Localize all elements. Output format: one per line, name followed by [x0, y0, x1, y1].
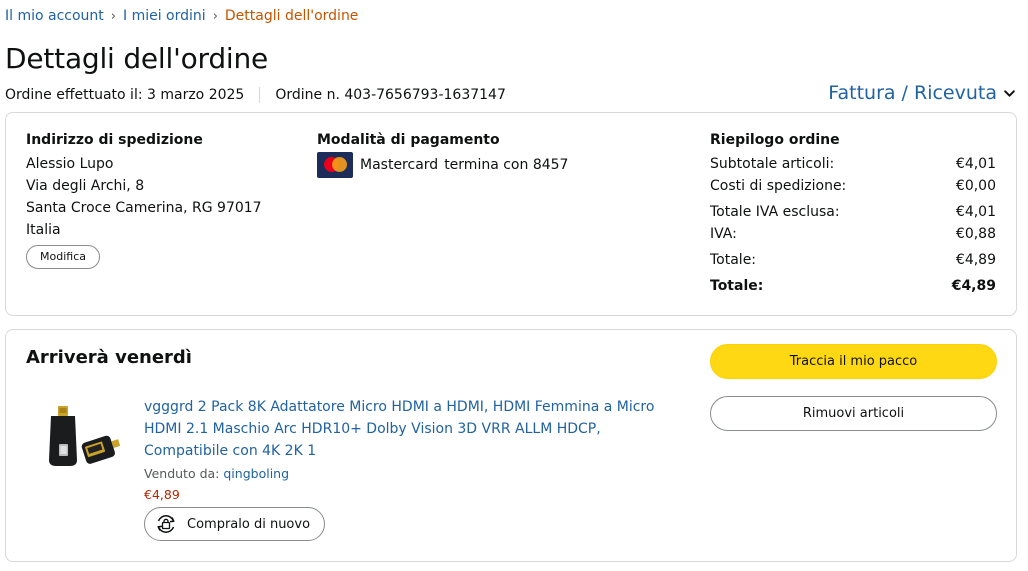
seller-link[interactable]: qingboling: [223, 466, 289, 481]
card-brand: Mastercard: [360, 157, 439, 173]
shipping-title: Indirizzo di spedizione: [26, 132, 203, 148]
summary-value: €0,88: [955, 226, 996, 242]
summary-value: €4,01: [955, 204, 996, 220]
breadcrumb-current: Dettagli dell'ordine: [224, 8, 359, 24]
product-price: €4,89: [144, 487, 180, 502]
summary-value: €4,89: [951, 278, 996, 294]
edit-address-button[interactable]: Modifica: [26, 245, 100, 269]
page-title: Dettagli dell'ordine: [5, 42, 269, 75]
summary-label: Totale:: [710, 252, 757, 268]
summary-label: Totale:: [710, 278, 764, 294]
order-date: Ordine effettuato il: 3 marzo 2025: [5, 87, 245, 103]
track-package-button[interactable]: Traccia il mio pacco: [710, 344, 997, 379]
summary-row-grand-total: Totale: €4,89: [710, 275, 996, 297]
invoice-label: Fattura / Ricevuta: [828, 82, 997, 104]
product-title-link[interactable]: vgggrd 2 Pack 8K Adattatore Micro HDMI a…: [144, 396, 684, 462]
payment-title: Modalità di pagamento: [317, 132, 500, 148]
shipping-city: Santa Croce Camerina, RG 97017: [26, 200, 262, 216]
shipping-country: Italia: [26, 222, 61, 238]
remove-items-button[interactable]: Rimuovi articoli: [710, 396, 997, 431]
summary-value: €0,00: [955, 178, 996, 194]
sold-by-label: Venduto da:: [144, 466, 220, 481]
breadcrumb-my-account[interactable]: Il mio account: [5, 8, 104, 24]
buy-again-button[interactable]: Compralo di nuovo: [144, 507, 326, 541]
summary-label: Subtotale articoli:: [710, 156, 835, 172]
meta-divider: [259, 87, 261, 103]
payment-method: Modalità di pagamento Mastercard termina…: [317, 131, 568, 178]
summary-row-net: Totale IVA esclusa: €4,01: [710, 201, 996, 223]
buy-again-label: Compralo di nuovo: [187, 516, 311, 532]
breadcrumb-separator: ›: [212, 8, 218, 24]
summary-value: €4,01: [955, 156, 996, 172]
summary-label: IVA:: [710, 226, 737, 242]
invoice-dropdown[interactable]: Fattura / Ricevuta: [828, 82, 1016, 104]
shipping-name: Alessio Lupo: [26, 156, 114, 172]
order-number: Ordine n. 403-7656793-1637147: [275, 87, 506, 103]
summary-title: Riepilogo ordine: [710, 132, 840, 148]
order-summary: Riepilogo ordine Subtotale articoli: €4,…: [710, 131, 996, 297]
order-meta: Ordine effettuato il: 3 marzo 2025 Ordin…: [5, 87, 506, 103]
chevron-down-icon: [1004, 89, 1015, 97]
arrival-heading: Arriverà venerdì: [26, 347, 192, 368]
summary-value: €4,89: [955, 252, 996, 268]
product-info: vgggrd 2 Pack 8K Adattatore Micro HDMI a…: [144, 396, 684, 541]
summary-row-shipping: Costi di spedizione: €0,00: [710, 175, 996, 197]
buy-again-icon: [157, 515, 175, 533]
summary-label: Totale IVA esclusa:: [710, 204, 840, 220]
shipping-address: Indirizzo di spedizione Alessio Lupo Via…: [26, 131, 262, 269]
summary-row-total: Totale: €4,89: [710, 249, 996, 271]
mastercard-icon: [317, 152, 353, 178]
breadcrumb: Il mio account › I miei ordini › Dettagl…: [5, 8, 358, 24]
summary-row-subtotal: Subtotale articoli: €4,01: [710, 153, 996, 175]
order-summary-box: Indirizzo di spedizione Alessio Lupo Via…: [5, 112, 1017, 316]
summary-label: Costi di spedizione:: [710, 178, 847, 194]
product-image[interactable]: [36, 402, 131, 474]
sold-by: Venduto da: qingboling: [144, 464, 684, 484]
breadcrumb-separator: ›: [110, 8, 116, 24]
summary-row-vat: IVA: €0,88: [710, 223, 996, 245]
card-ending: termina con 8457: [444, 157, 569, 173]
shipping-street: Via degli Archi, 8: [26, 178, 145, 194]
shipment-box: Arriverà venerdì vgggrd 2 Pack 8K Adatta…: [5, 329, 1017, 562]
breadcrumb-my-orders[interactable]: I miei ordini: [123, 8, 206, 24]
